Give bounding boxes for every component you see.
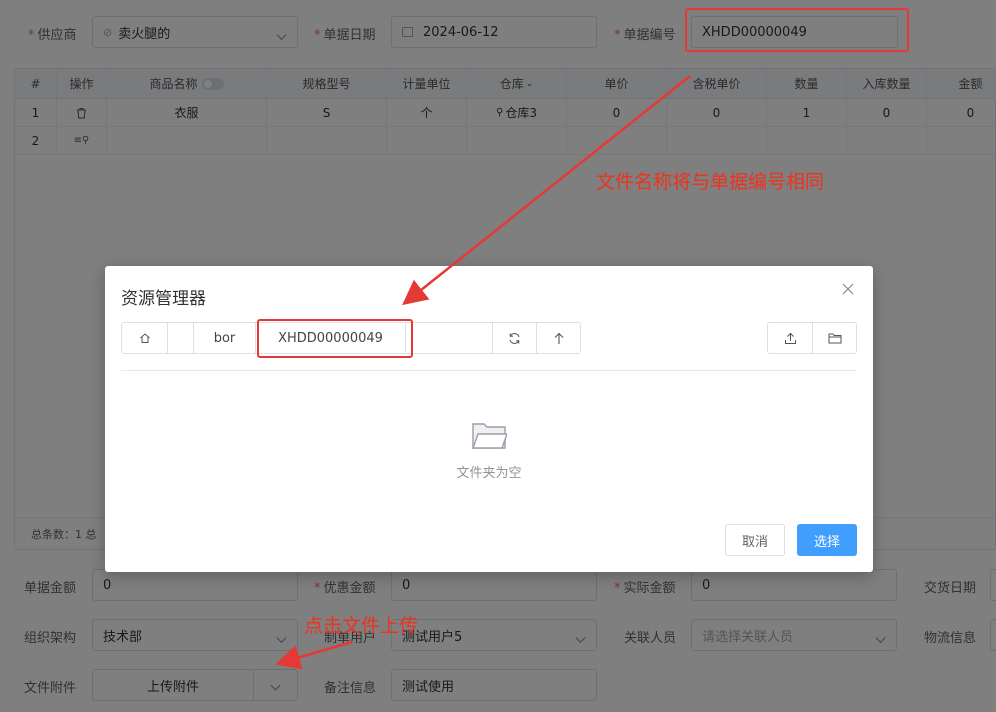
- filename-note: 文件名称将与单据编号相同: [596, 171, 825, 193]
- resource-manager-dialog: 资源管理器 bor XHDD00000049 文件夹为空 取消 选择: [105, 266, 873, 572]
- up-button[interactable]: [536, 323, 580, 353]
- crumb-root[interactable]: [168, 323, 194, 353]
- crumb-folder[interactable]: bor: [194, 323, 256, 353]
- upload-icon: [784, 332, 796, 344]
- refresh-button[interactable]: [492, 323, 536, 353]
- empty-message: 文件夹为空: [456, 466, 522, 481]
- divider: [121, 370, 857, 371]
- upload-button[interactable]: [768, 323, 812, 353]
- empty-folder-icon: [472, 423, 507, 449]
- upload-note: 点击文件上传: [304, 615, 419, 637]
- dialog-title: 资源管理器: [121, 289, 206, 309]
- cancel-button[interactable]: 取消: [725, 524, 785, 556]
- home-icon: [139, 333, 150, 343]
- home-crumb[interactable]: [122, 323, 168, 353]
- arrow-up-icon: [554, 332, 563, 344]
- file-actions: [767, 322, 857, 354]
- close-icon[interactable]: [841, 282, 855, 296]
- new-folder-button[interactable]: [812, 323, 856, 353]
- folder-icon: [828, 333, 841, 344]
- refresh-icon: [509, 332, 520, 344]
- number-highlight-box: [685, 8, 909, 52]
- crumb-highlight-box: [257, 319, 413, 358]
- select-button[interactable]: 选择: [797, 524, 857, 556]
